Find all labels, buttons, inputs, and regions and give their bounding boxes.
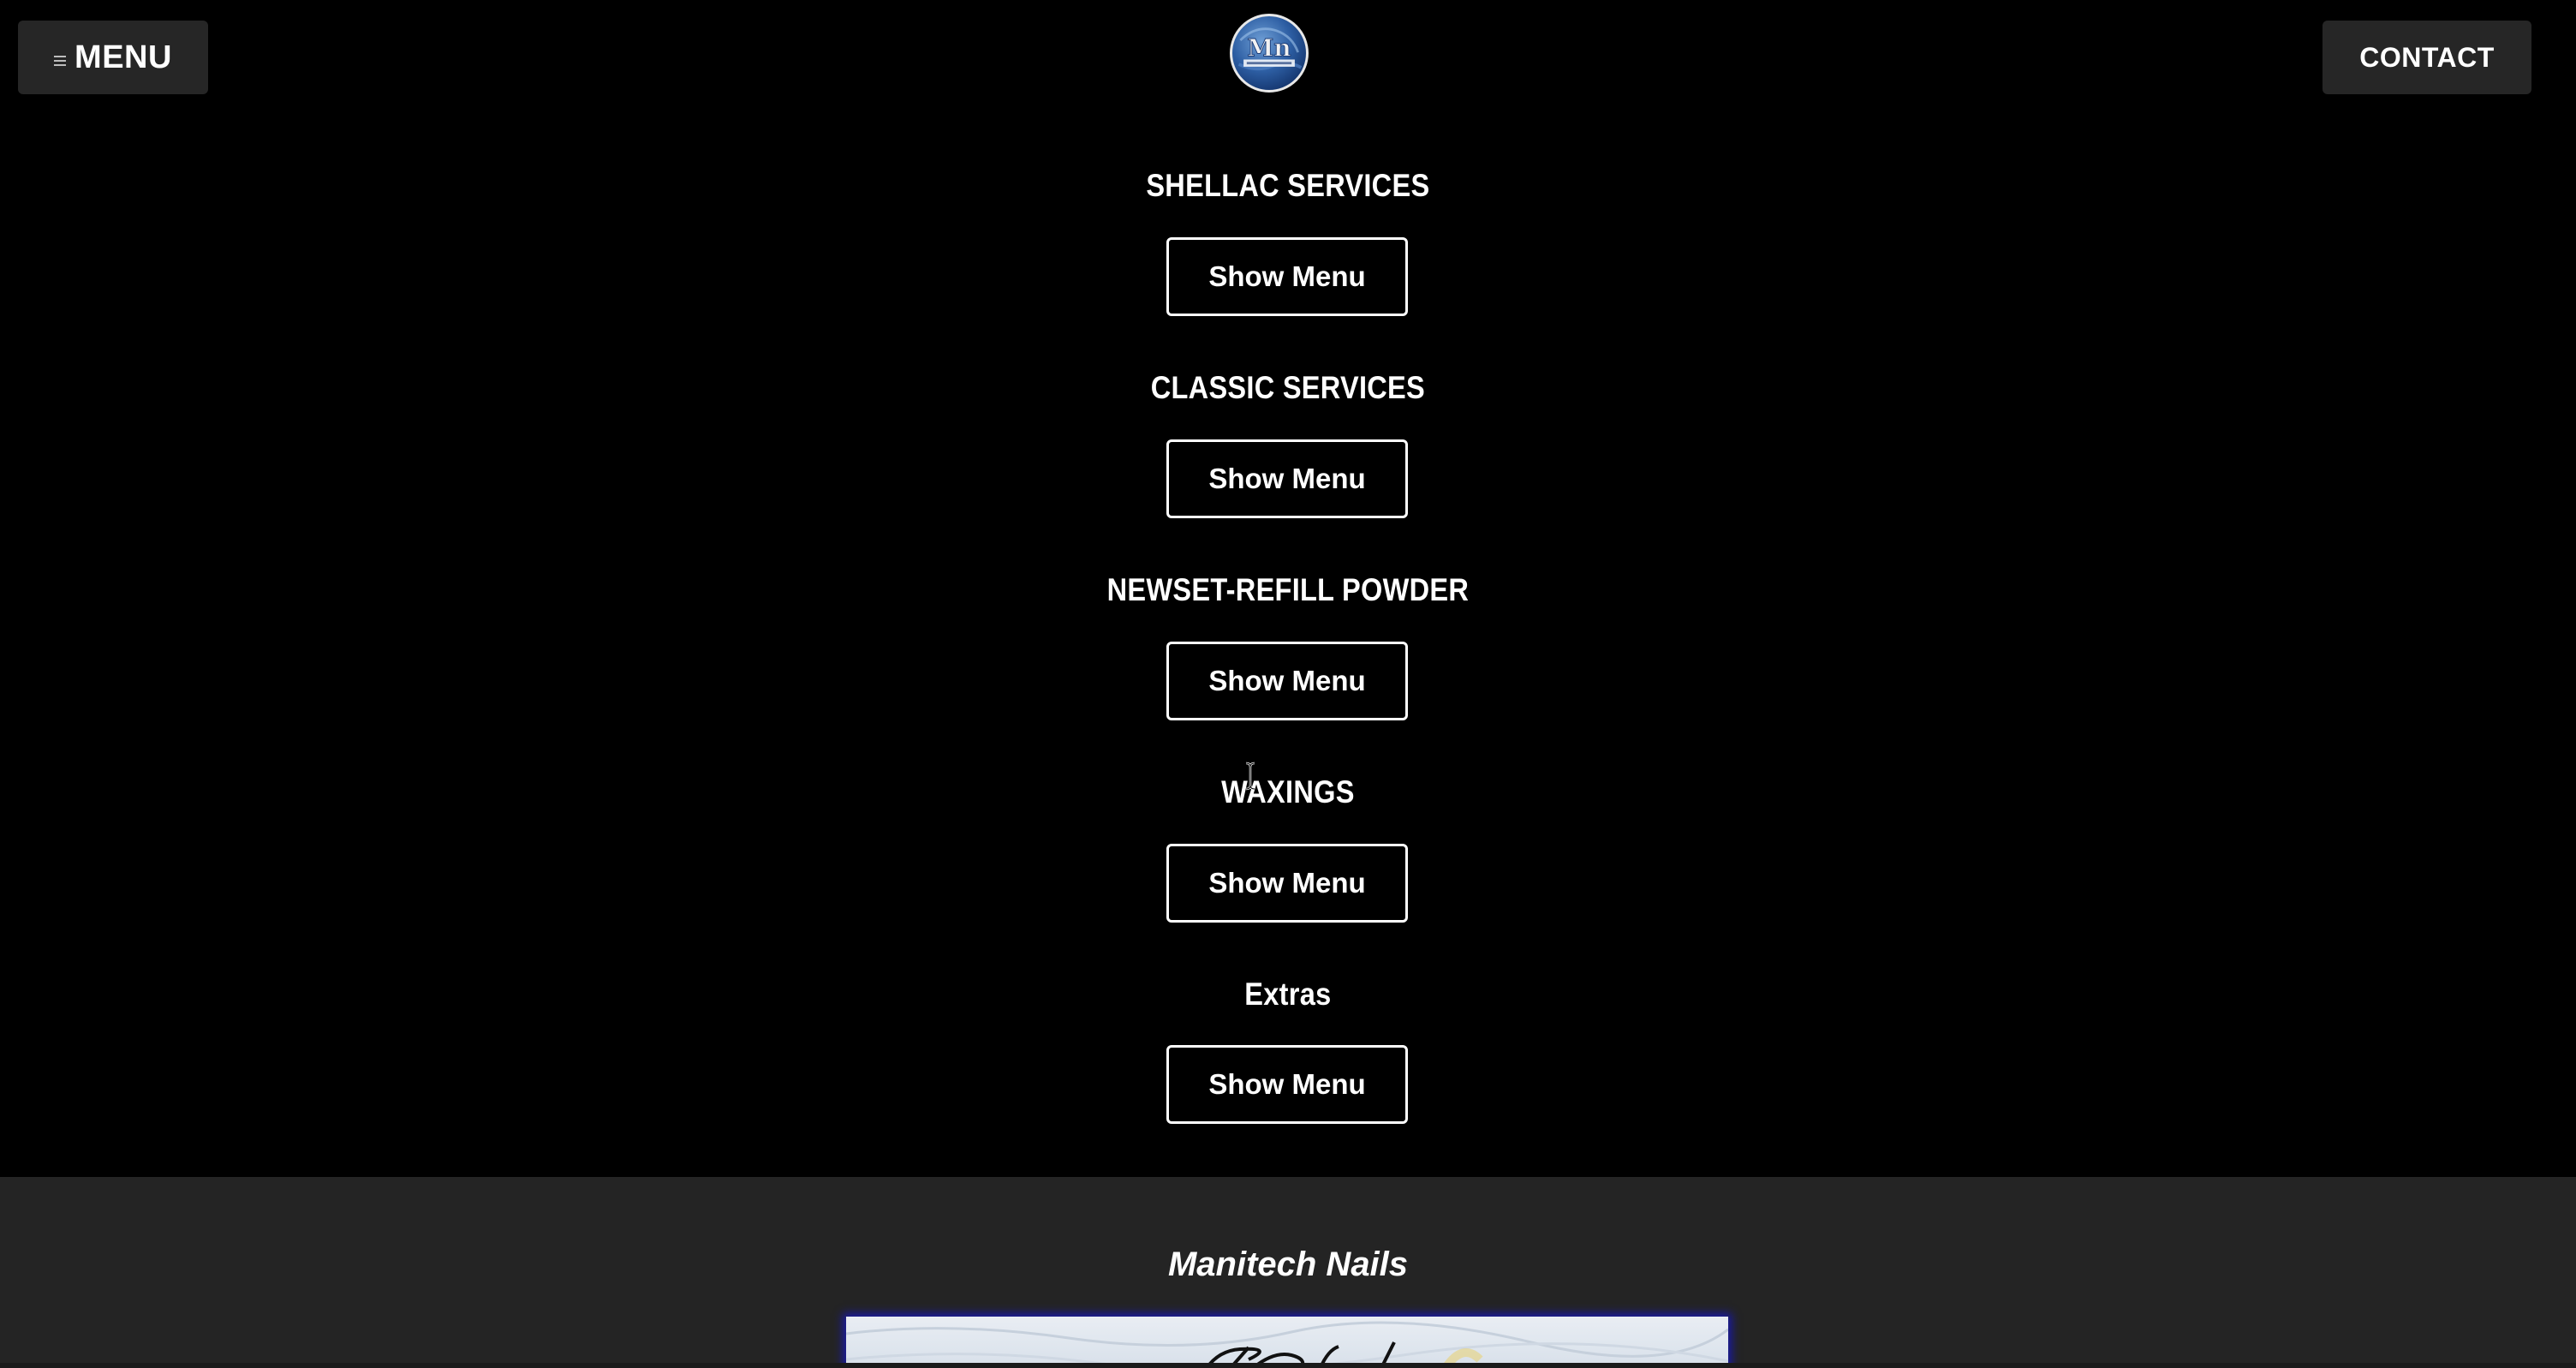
show-menu-button-extras[interactable]: Show Menu [1166,1045,1408,1124]
service-title-newset-refill-powder: NEWSET-REFILL POWDER [1106,572,1470,607]
text-cursor-icon [1245,762,1255,791]
service-title-shellac: SHELLAC SERVICES [1146,168,1430,203]
window-bottom-edge [0,1363,2576,1368]
show-menu-button-newset-refill-powder[interactable]: Show Menu [1166,642,1408,720]
svg-text:Mn: Mn [1247,34,1291,63]
footer-image [846,1317,1728,1368]
menu-button[interactable]: MENU [18,21,208,94]
site-logo[interactable]: Mn [1230,14,1309,93]
service-title-waxings: WAXINGS [1221,774,1355,809]
footer-image-art [846,1321,1728,1368]
contact-button[interactable]: CONTACT [2323,21,2531,94]
show-menu-button-waxings[interactable]: Show Menu [1166,844,1408,923]
service-title-classic: CLASSIC SERVICES [1150,370,1426,405]
logo-mark: Mn [1237,27,1303,71]
footer: Manitech Nails [0,1177,2576,1368]
menu-button-label: MENU [75,39,172,75]
show-menu-button-classic[interactable]: Show Menu [1166,439,1408,518]
hamburger-icon [54,54,67,68]
footer-brand-title: Manitech Nails [1167,1246,1409,1283]
page: MENU Mn CONTACT SHELLAC SERVICES Show Me… [0,0,2576,1368]
show-menu-button-shellac[interactable]: Show Menu [1166,237,1408,316]
service-title-extras: Extras [1244,977,1332,1012]
